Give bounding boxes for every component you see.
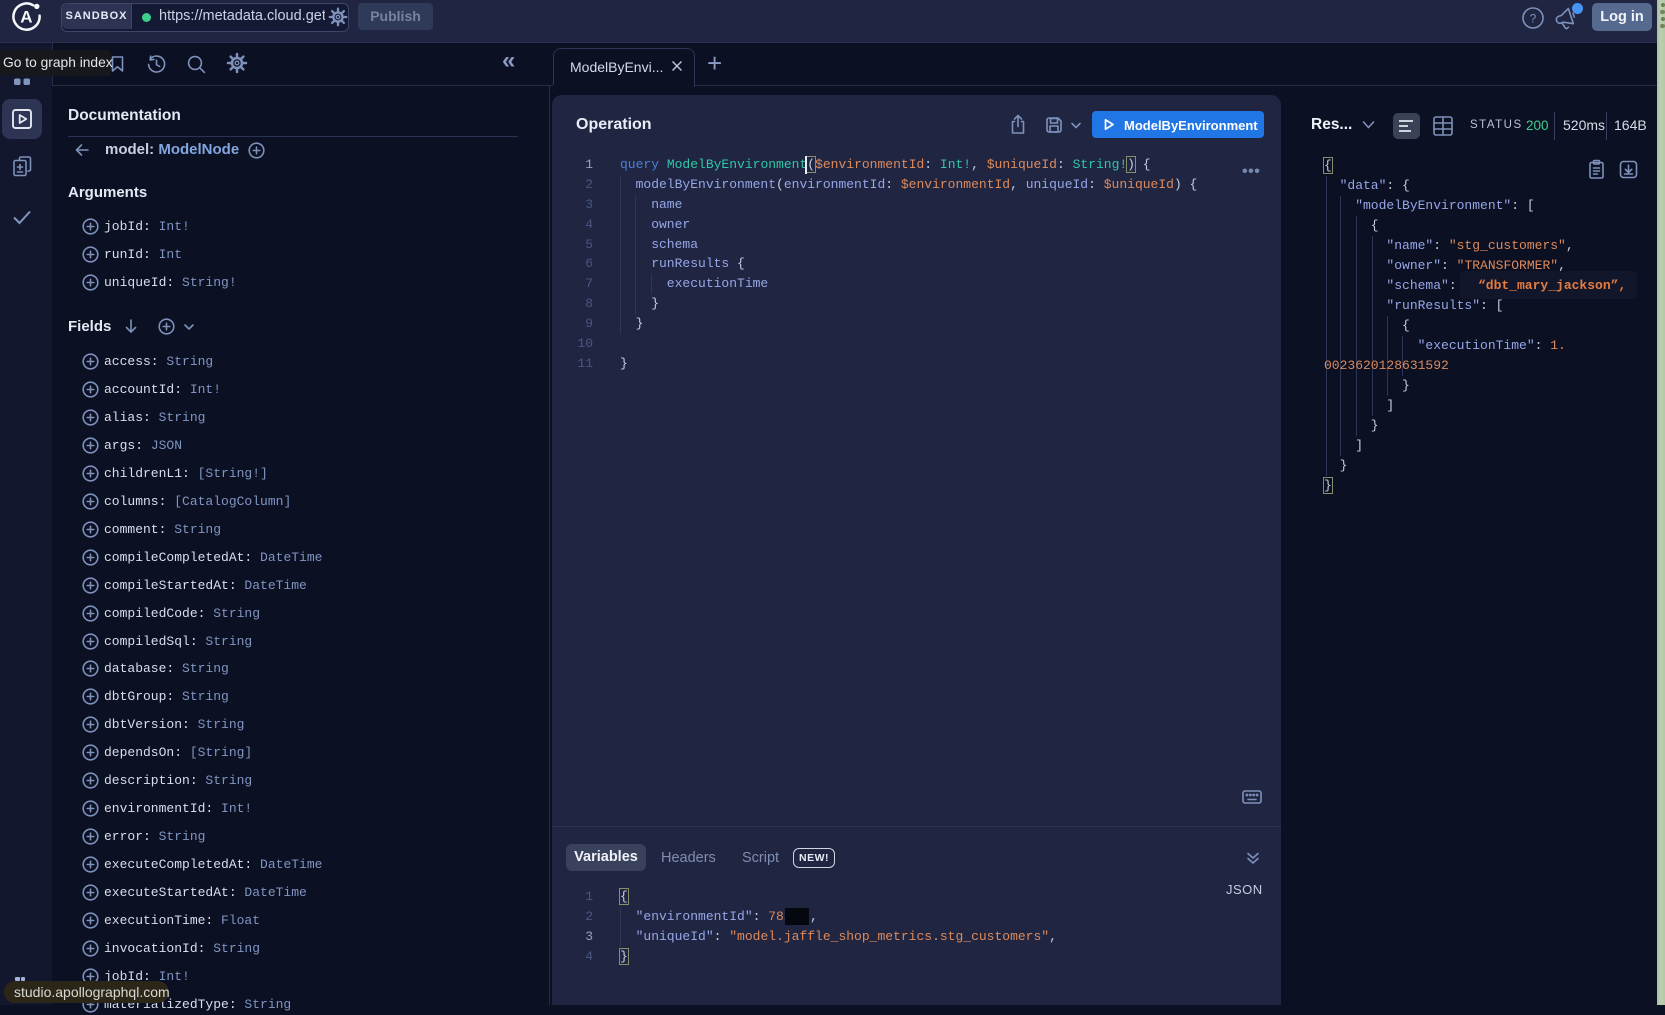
svg-text:?: ?: [1530, 12, 1537, 26]
svg-text:A: A: [20, 8, 32, 27]
